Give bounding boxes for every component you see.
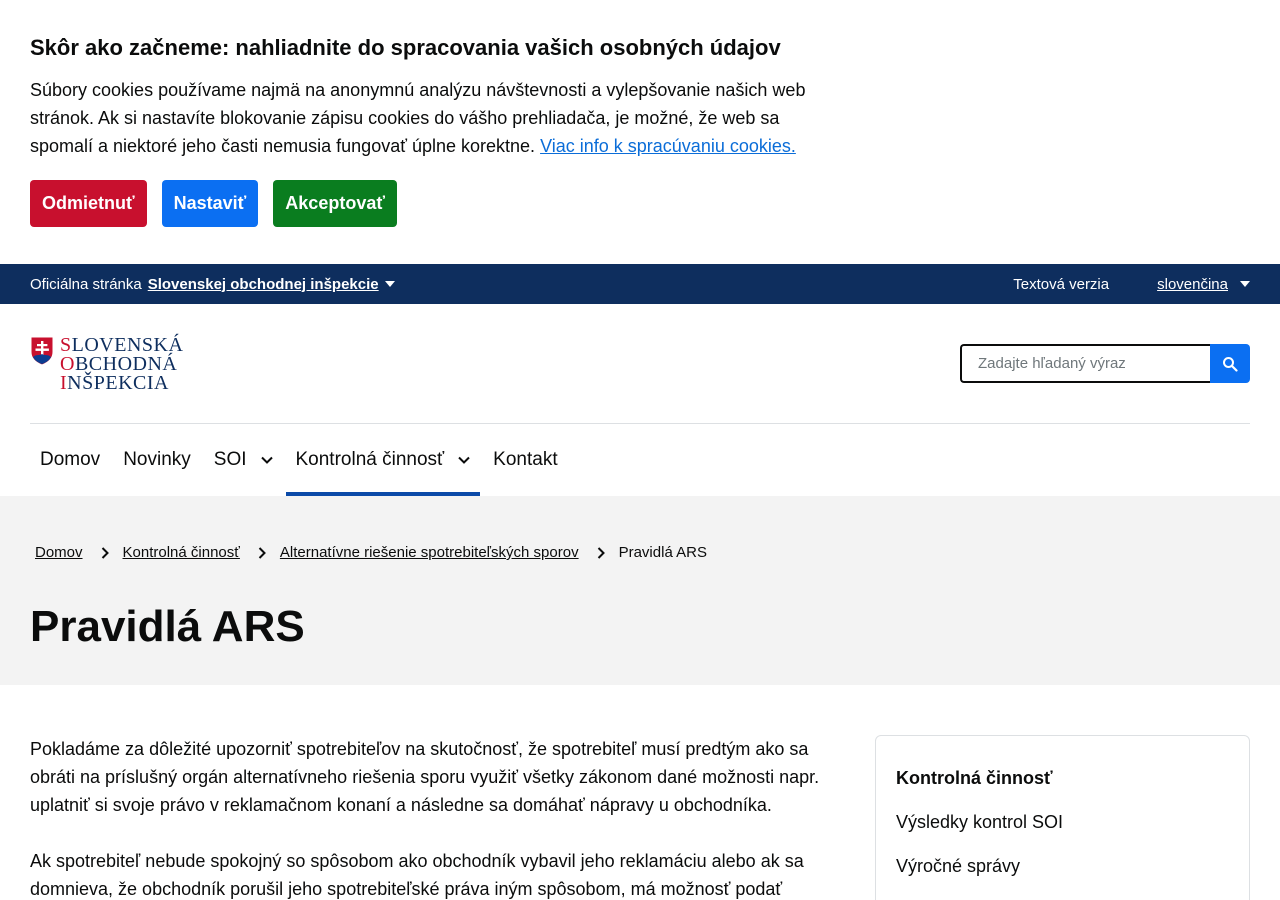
nav-item-label: Kontrolná činnosť: [295, 449, 445, 470]
chevron-down-icon: [260, 456, 273, 464]
nav-item-novinky[interactable]: Novinky: [113, 424, 201, 496]
nav-item-kontakt[interactable]: Kontakt: [483, 424, 567, 496]
official-site-bar: Oficiálna stránka Slovenskej obchodnej i…: [0, 264, 1280, 304]
official-bar-right: Textová verzia slovenčina: [1013, 276, 1250, 293]
accept-cookies-button[interactable]: Akceptovať: [273, 180, 397, 227]
nav-item-label: Kontakt: [493, 449, 558, 470]
search-button[interactable]: [1210, 344, 1250, 383]
content-paragraph: Ak spotrebiteľ nebude spokojný so spôsob…: [30, 851, 804, 899]
logo-word: NŠPEKCIA: [67, 372, 169, 394]
cookie-text: Súbory cookies používame najmä na anonym…: [30, 76, 830, 160]
site-logo[interactable]: SLOVENSKÁ OBCHODNÁ INŠPEKCIA: [30, 335, 183, 394]
cookie-info-link[interactable]: Viac info k spracúvaniu cookies.: [540, 136, 796, 156]
text-version-link[interactable]: Textová verzia: [1013, 276, 1109, 293]
official-label: Oficiálna stránka: [30, 275, 142, 293]
search-box: [960, 344, 1250, 383]
reject-cookies-button[interactable]: Odmietnuť: [30, 180, 147, 227]
main-nav: Domov Novinky SOI Kontrolná činnosť Kont…: [30, 424, 568, 496]
side-navigation-panel: Kontrolná činnosť Výsledky kontrol SOI V…: [875, 735, 1250, 900]
chevron-down-icon: [458, 456, 470, 464]
page-header-band: Domov Kontrolná činnosť Alternatívne rie…: [0, 496, 1280, 685]
cookie-title: Skôr ako začneme: nahliadnite do spracov…: [30, 35, 781, 60]
nav-item-soi[interactable]: SOI: [204, 424, 283, 496]
breadcrumb-current: Pravidlá ARS: [618, 544, 707, 561]
site-header: SLOVENSKÁ OBCHODNÁ INŠPEKCIA: [0, 304, 1280, 424]
content-paragraph: Pokladáme za dôležité upozorniť spotrebi…: [30, 739, 820, 815]
language-selector[interactable]: slovenčina: [1157, 276, 1228, 293]
main-content: Pokladáme za dôležité upozorniť spotrebi…: [30, 735, 830, 900]
cookie-banner: Skôr ako začneme: nahliadnite do spracov…: [0, 0, 1280, 264]
side-panel-title[interactable]: Kontrolná činnosť: [896, 764, 1229, 792]
chevron-right-icon: [597, 546, 605, 559]
official-org-link[interactable]: Slovenskej obchodnej inšpekcie: [148, 276, 379, 293]
chevron-right-icon: [101, 546, 109, 559]
search-input[interactable]: [960, 344, 1210, 383]
logo-text: SLOVENSKÁ OBCHODNÁ INŠPEKCIA: [60, 335, 183, 394]
nav-item-domov[interactable]: Domov: [30, 424, 110, 496]
search-icon: [1223, 356, 1238, 372]
side-link-vysledky-kontrol[interactable]: Výsledky kontrol SOI: [896, 808, 1229, 836]
breadcrumb-link-domov[interactable]: Domov: [35, 544, 83, 561]
nav-item-kontrolna-cinnost[interactable]: Kontrolná činnosť: [285, 424, 481, 496]
page-title: Pravidlá ARS: [30, 602, 305, 651]
language-caret-icon[interactable]: [1240, 281, 1250, 287]
coat-of-arms-icon: [30, 336, 54, 366]
chevron-right-icon: [258, 546, 266, 559]
nav-item-label: SOI: [213, 449, 247, 470]
nav-item-label: Domov: [40, 449, 101, 470]
cookie-buttons: Odmietnuť Nastaviť Akceptovať: [30, 180, 1250, 227]
caret-down-icon[interactable]: [384, 281, 395, 287]
breadcrumb-link-ars[interactable]: Alternatívne riešenie spotrebiteľských s…: [280, 544, 579, 561]
side-link-vyrocne-spravy[interactable]: Výročné správy: [896, 852, 1229, 880]
logo-line-3: INŠPEKCIA: [60, 372, 183, 394]
breadcrumb-link-kontrolna-cinnost[interactable]: Kontrolná činnosť: [123, 544, 240, 561]
nav-item-label: Novinky: [123, 449, 191, 470]
breadcrumb: Domov Kontrolná činnosť Alternatívne rie…: [35, 544, 707, 561]
cookie-settings-button[interactable]: Nastaviť: [161, 180, 259, 227]
